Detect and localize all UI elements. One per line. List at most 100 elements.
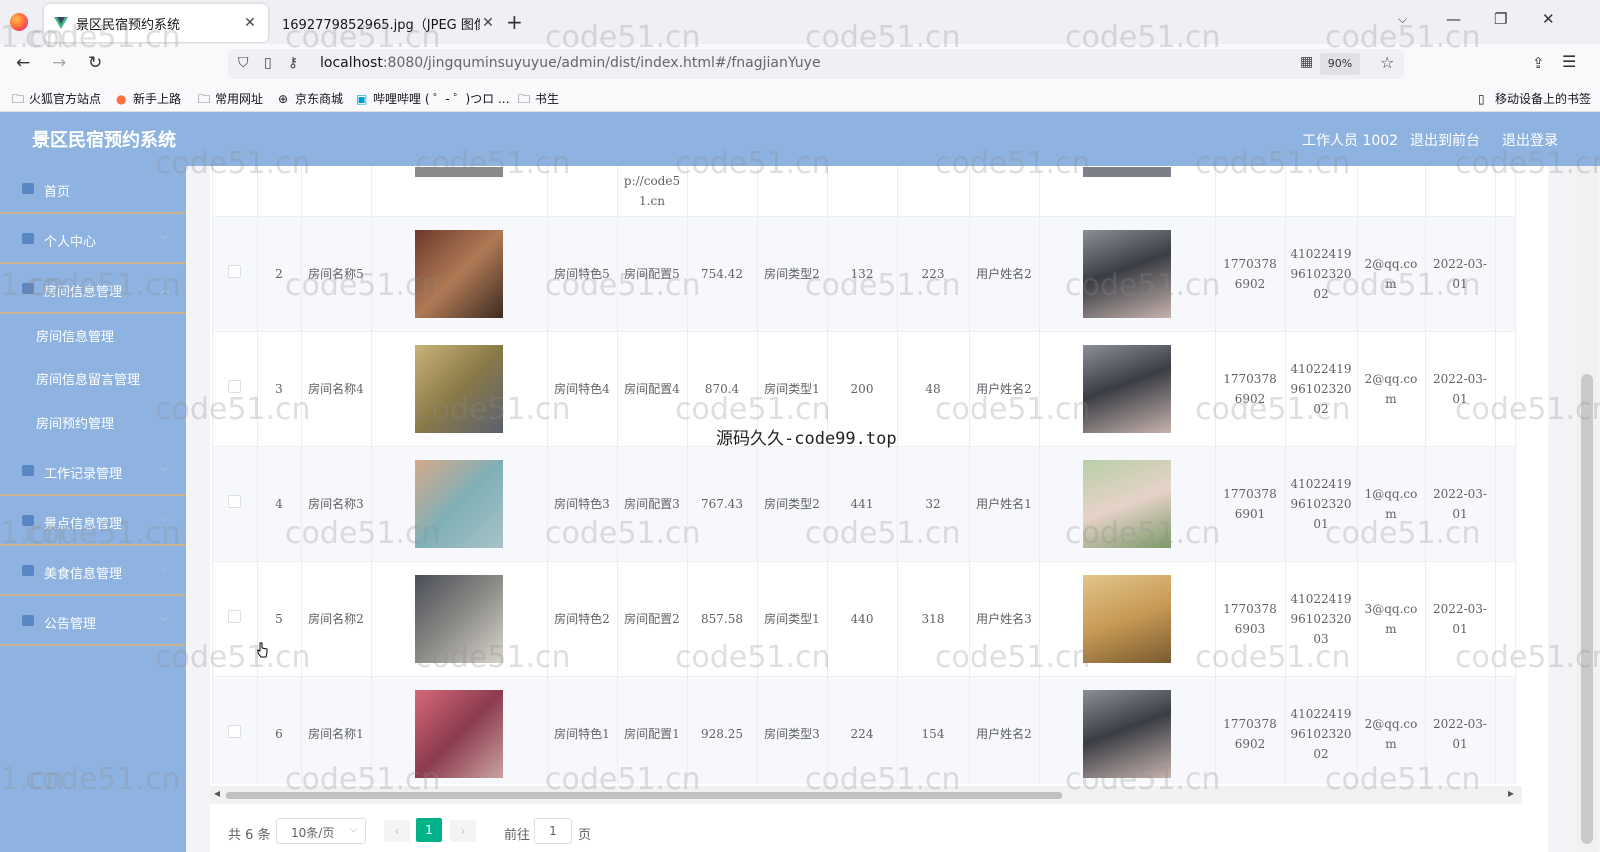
- sidebar-item-work-records[interactable]: 工作记录管理 ⌵: [0, 448, 186, 496]
- submenu-room-comments[interactable]: 房间信息留言管理: [36, 369, 140, 388]
- sidebar-item-personal-center[interactable]: 个人中心 ⌵: [0, 216, 186, 264]
- user-avatar-image[interactable]: [1083, 344, 1171, 433]
- reload-icon[interactable]: ↻: [88, 53, 102, 73]
- pagination: 共 6 条 10条/页 ⌵ ‹ 1 › 前往 1 页: [210, 814, 1548, 850]
- bookmark-item[interactable]: 🗀 火狐官方站点: [12, 90, 101, 111]
- center-watermark: 源码久久-code99.top: [716, 429, 897, 449]
- room-image[interactable]: [415, 167, 503, 178]
- bookmark-item[interactable]: ● 新手上路: [116, 90, 181, 107]
- room-image[interactable]: [415, 574, 503, 663]
- user-avatar-image[interactable]: [1083, 689, 1171, 778]
- scroll-left-icon[interactable]: ◂: [214, 786, 220, 800]
- extensions-icon[interactable]: ⇪: [1532, 54, 1545, 72]
- cell-id-card: 410224199610232002: [1285, 216, 1358, 332]
- user-avatar-image[interactable]: [1083, 229, 1171, 318]
- key-icon[interactable]: ⚷: [288, 55, 298, 71]
- folder-icon: 🗀: [518, 92, 531, 106]
- cell-id-card: 410224199610232002: [1285, 331, 1358, 447]
- cell-index: 4: [257, 446, 302, 562]
- tab-title: 1692779852965.jpg（JPEG 图像: [282, 17, 480, 33]
- page-number-current[interactable]: 1: [416, 818, 442, 842]
- bookmark-star-icon[interactable]: ☆: [1380, 53, 1394, 72]
- url-text[interactable]: localhost:8080/jingquminsuyuyue/admin/di…: [320, 55, 821, 71]
- user-avatar-image[interactable]: [1083, 459, 1171, 548]
- cell-date: 2022-03-01: [1425, 331, 1496, 447]
- shield-icon[interactable]: ⛉: [238, 55, 249, 71]
- submenu-room-booking[interactable]: 房间预约管理: [36, 413, 114, 432]
- cell-phone: 17703786901: [1215, 446, 1286, 562]
- cell-email: 1@qq.com: [1357, 446, 1426, 562]
- cell-n1: 440: [827, 561, 898, 677]
- window-close-icon[interactable]: ✕: [1542, 10, 1555, 28]
- app-header: 景区民宿预约系统 工作人员 1002 退出到前台 退出登录: [0, 112, 1600, 166]
- forward-icon[interactable]: →: [52, 53, 66, 73]
- room-icon: [22, 283, 34, 294]
- cell-n1: 441: [827, 446, 898, 562]
- partial-cell-text: p://code51.cn: [617, 166, 688, 217]
- sidebar-item-home[interactable]: 首页: [0, 166, 186, 214]
- chevron-down-icon: ⌵: [160, 613, 168, 624]
- goto-page-input[interactable]: 1: [534, 818, 572, 844]
- cell-index: 2: [257, 216, 302, 332]
- user-avatar-image[interactable]: [1083, 574, 1171, 663]
- cell-config: 房间配置4: [617, 331, 688, 447]
- close-tab-icon[interactable]: ✕: [242, 15, 258, 31]
- row-checkbox[interactable]: [228, 609, 242, 623]
- back-icon[interactable]: ←: [16, 53, 30, 73]
- cell-email: 2@qq.com: [1357, 676, 1426, 784]
- bookmark-item[interactable]: 🗀 书生: [518, 90, 559, 111]
- tab-jpeg[interactable]: 1692779852965.jpg（JPEG 图像 ✕: [272, 4, 506, 42]
- room-image[interactable]: [415, 459, 503, 548]
- list-tabs-icon[interactable]: ⌵: [1398, 12, 1407, 27]
- row-checkbox[interactable]: [228, 379, 242, 393]
- page-size-select[interactable]: 10条/页 ⌵: [276, 818, 366, 844]
- cell-price: 857.58: [687, 561, 758, 677]
- restore-icon[interactable]: ❐: [1494, 10, 1507, 28]
- table-row: 6 房间名称1 房间特色1 房间配置1 928.25 房间类型3 224 154 用户姓名2 17…: [213, 676, 1516, 784]
- sidebar-item-notices[interactable]: 公告管理 ⌵: [0, 598, 186, 646]
- prev-page-button[interactable]: ‹: [384, 820, 410, 842]
- cell-config: 房间配置3: [617, 446, 688, 562]
- next-page-button[interactable]: ›: [450, 820, 476, 842]
- table-viewport[interactable]: p://code51.cn 2 房间名称5 房间特色5 房间配置5 754.42 房间类型…: [212, 166, 1520, 784]
- url-bar[interactable]: ⛉ ▯ ⚷ localhost:8080/jingquminsuyuyue/ad…: [228, 49, 1404, 79]
- submenu-room-info[interactable]: 房间信息管理: [36, 326, 114, 345]
- minimize-icon[interactable]: —: [1446, 10, 1461, 28]
- home-icon: [22, 183, 34, 194]
- sidebar-item-attractions[interactable]: 景点信息管理 ⌵: [0, 498, 186, 546]
- exit-to-front-link[interactable]: 退出到前台: [1410, 130, 1480, 150]
- horizontal-scroll-thumb[interactable]: [226, 792, 1062, 799]
- cell-room-name: 房间名称4: [301, 331, 372, 447]
- room-image[interactable]: [415, 689, 503, 778]
- row-checkbox[interactable]: [228, 724, 242, 738]
- row-checkbox[interactable]: [228, 494, 242, 508]
- vertical-scrollbar[interactable]: [1576, 166, 1598, 852]
- new-tab-icon[interactable]: +: [506, 10, 523, 34]
- page-icon: ▯: [264, 55, 272, 71]
- cell-email: 2@qq.com: [1357, 331, 1426, 447]
- bookmark-item[interactable]: ▣ 哔哩哔哩 ( ゜- ゜)つロ ...: [356, 90, 509, 107]
- mobile-bookmarks[interactable]: ▯ 移动设备上的书签: [1478, 90, 1591, 107]
- logout-link[interactable]: 退出登录: [1502, 130, 1558, 150]
- scroll-right-icon[interactable]: ▸: [1508, 786, 1514, 800]
- row-checkbox[interactable]: [228, 264, 242, 278]
- cell-date: 2022-03-01: [1425, 676, 1496, 784]
- bookmark-item[interactable]: ⊕ 京东商城: [278, 90, 343, 107]
- vertical-scroll-thumb[interactable]: [1581, 374, 1593, 844]
- sidebar-item-food[interactable]: 美食信息管理 ⌵: [0, 548, 186, 596]
- tab-room-system[interactable]: 景区民宿预约系统 ✕: [44, 4, 268, 42]
- room-image[interactable]: [415, 229, 503, 318]
- user-avatar-image[interactable]: [1083, 167, 1171, 178]
- table-row-partial: p://code51.cn: [213, 166, 1516, 217]
- zoom-level[interactable]: 90%: [1320, 53, 1360, 75]
- horizontal-scrollbar[interactable]: ◂ ▸: [210, 786, 1522, 804]
- close-tab-icon[interactable]: ✕: [480, 15, 496, 31]
- bookmark-item[interactable]: 🗀 常用网址: [198, 90, 263, 111]
- room-image[interactable]: [415, 344, 503, 433]
- qr-code-icon[interactable]: ▦: [1300, 54, 1313, 70]
- sidebar-item-room-info[interactable]: 房间信息管理 ︿: [0, 266, 186, 314]
- cell-n2: 154: [897, 676, 970, 784]
- app-menu-icon[interactable]: ☰: [1562, 52, 1576, 71]
- table-row: 2 房间名称5 房间特色5 房间配置5 754.42 房间类型2 132 223 用户姓名2 17…: [213, 216, 1516, 332]
- table-body: p://code51.cn 2 房间名称5 房间特色5 房间配置5 754.42 房间类型…: [213, 166, 1516, 784]
